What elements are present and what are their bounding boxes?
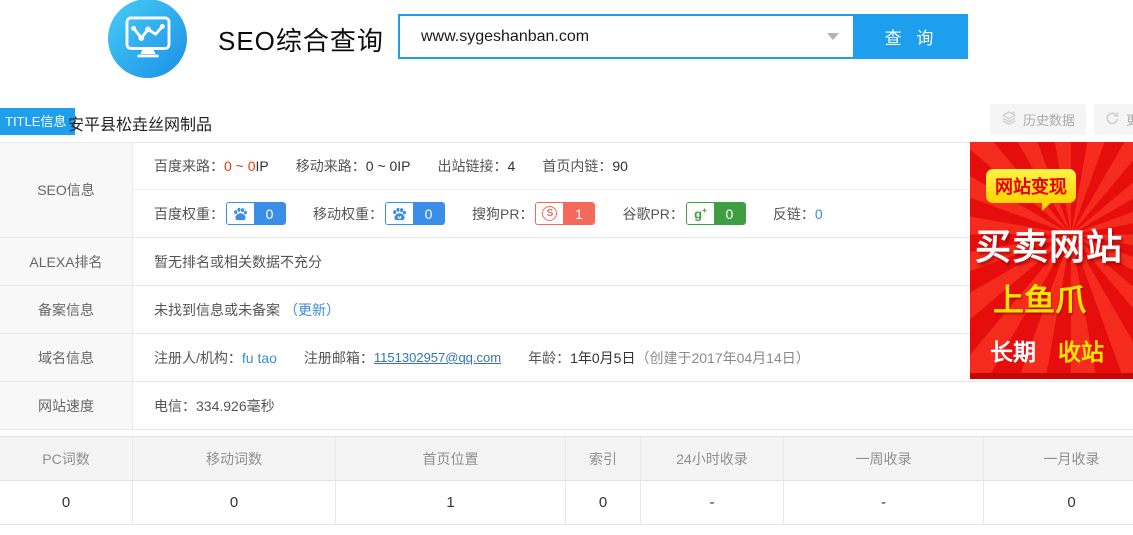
col-header-mobile-words: 移动词数 [133,437,336,480]
homepage-inner-links: 首页内链：90 [542,156,628,176]
page-title: SEO综合查询 [218,21,384,58]
app-logo [108,0,187,78]
google-pr-badge[interactable]: g+ 0 [686,202,746,225]
baidu-weight-badge[interactable]: 0 [226,202,286,225]
table-row-speed: 网站速度 电信：334.926毫秒 [0,381,1133,429]
seo-row-label: SEO信息 [0,143,133,237]
history-data-button[interactable]: 历史数据 [990,104,1086,135]
registrant-link[interactable]: fu tao [242,350,277,366]
email-link[interactable]: 1151302957@qq.com [374,350,501,365]
sogou-pr-badge[interactable]: S 1 [535,202,595,225]
google-pr: 谷歌PR： g+ 0 [622,202,745,225]
mobile-traffic: 移动来路：0 ~ 0 IP [296,156,411,176]
domain-age: 年龄： 1年0月5日 （创建于2017年04月14日） [528,348,810,368]
icp-row-label: 备案信息 [0,286,133,333]
col-header-week: 一周收录 [784,437,984,480]
value-index: 0 [566,481,641,524]
register-email: 注册邮箱： 1151302957@qq.com [304,348,501,368]
dropdown-caret-icon[interactable] [827,33,839,40]
ad-bubble-text: 网站变现 [986,169,1076,203]
alexa-value: 暂无排名或相关数据不充分 [154,252,322,272]
mobile-weight: 移动权重： M 0 [313,202,445,225]
icp-update-link[interactable]: （更新） [284,300,340,320]
value-mobile-words: 0 [133,481,336,524]
col-header-month: 一月收录 [984,437,1133,480]
ad-headline: 买卖网站 [970,218,1133,270]
query-button[interactable]: 查 询 [855,14,968,59]
baidu-weight: 百度权重： 0 [154,202,286,225]
mobile-weight-badge[interactable]: M 0 [385,202,445,225]
outbound-links: 出站链接：4 [438,156,516,176]
value-month: 0 [984,481,1133,524]
title-info-badge: TITLE信息 [0,108,75,135]
refresh-label: 更新 [1126,110,1133,129]
ad-footline: 长期收站 [970,333,1133,367]
monitor-chart-icon [125,16,171,61]
value-home-position: 1 [336,481,566,524]
baidu-traffic: 百度来路：0 ~ 0 IP [154,156,269,176]
history-data-label: 历史数据 [1023,110,1075,129]
sogou-icon: S [542,206,557,221]
registrant: 注册人/机构： fu tao [154,348,277,368]
table-row-icp: 备案信息 未找到信息或未备案 （更新） [0,285,1133,333]
site-title-text: 安平县松垚丝网制品 [68,111,212,135]
stats-header-row: PC词数 移动词数 首页位置 索引 24小时收录 一周收录 一月收录 [0,437,1133,481]
ad-subline: 上鱼爪 [970,275,1133,320]
icp-value: 未找到信息或未备案 [154,300,280,320]
speed-row-label: 网站速度 [0,382,133,429]
col-header-24h: 24小时收录 [641,437,784,480]
ad-banner[interactable]: 网站变现 买卖网站 上鱼爪 长期收站 [970,142,1133,379]
title-bar-actions: 历史数据 更新 [990,104,1133,135]
table-row-alexa: ALEXA排名 暂无排名或相关数据不充分 [0,237,1133,285]
refresh-icon [1105,111,1120,129]
search-bar: 查 询 [398,14,968,59]
value-week: - [784,481,984,524]
google-plus-icon: g+ [694,206,707,221]
col-header-pc-words: PC词数 [0,437,133,480]
backlinks: 反链：0 [773,204,823,224]
value-24h: - [641,481,784,524]
domain-row-label: 域名信息 [0,334,133,381]
stats-value-row: 0 0 1 0 - - 0 [0,481,1133,524]
layers-icon [1001,110,1017,129]
backlink-count-link[interactable]: 0 [815,206,823,222]
mobile-paw-icon: M [386,203,413,224]
col-header-index: 索引 [566,437,641,480]
url-search-input[interactable] [398,14,855,59]
svg-text:M: M [398,214,402,219]
baidu-paw-icon [227,203,254,224]
value-pc-words: 0 [0,481,133,524]
keyword-stats-table: PC词数 移动词数 首页位置 索引 24小时收录 一周收录 一月收录 0 0 1… [0,436,1133,525]
table-row-domain: 域名信息 注册人/机构： fu tao 注册邮箱： 1151302957@qq.… [0,333,1133,381]
seo-info-table: SEO信息 百度来路：0 ~ 0 IP 移动来路：0 ~ 0 IP 出站链接：4… [0,142,1133,430]
sogou-pr: 搜狗PR： S 1 [472,202,595,225]
speed-value: 电信：334.926毫秒 [154,396,275,416]
col-header-home-position: 首页位置 [336,437,566,480]
table-row-seo: SEO信息 百度来路：0 ~ 0 IP 移动来路：0 ~ 0 IP 出站链接：4… [0,142,1133,237]
refresh-button[interactable]: 更新 [1094,104,1133,135]
alexa-row-label: ALEXA排名 [0,238,133,285]
